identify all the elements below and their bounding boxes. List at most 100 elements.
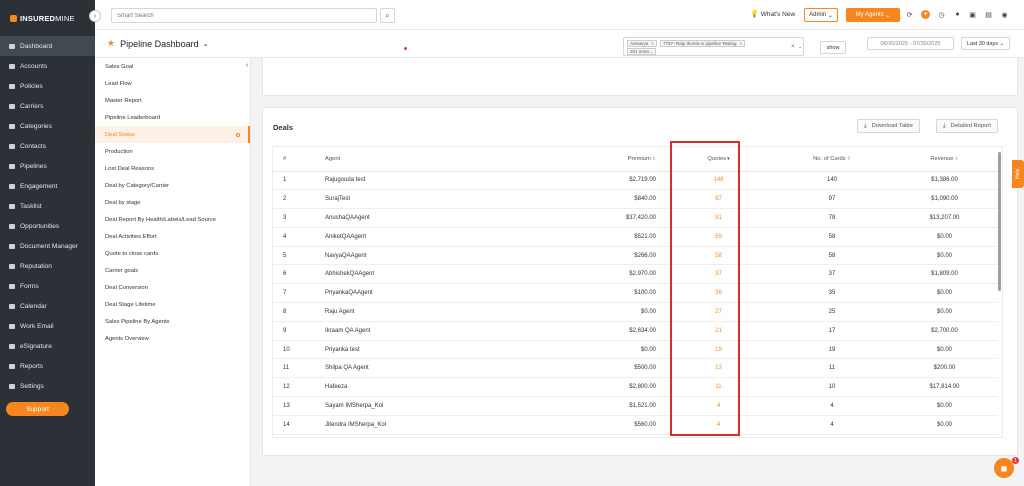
table-row[interactable]: 9 Ikraam QA Agent $2,634.00 21 17 $2,700.00 xyxy=(273,321,998,341)
clear-icon[interactable]: × xyxy=(791,44,795,50)
report-item[interactable]: Lost Deal Reasons xyxy=(95,160,250,177)
sort-icon[interactable]: ⇕ xyxy=(955,156,959,162)
report-item[interactable]: Sales Pipeline By Agents xyxy=(95,313,250,330)
chat-button[interactable]: ◼ xyxy=(994,458,1014,478)
search-button[interactable]: ⌕ xyxy=(380,8,395,23)
chevron-down-icon[interactable]: ⌄ xyxy=(798,44,802,50)
sidebar-item-contacts[interactable]: Contacts xyxy=(0,136,95,156)
col-header-quotes[interactable]: Quotes▾ xyxy=(664,147,773,172)
sidebar-item-dashboard[interactable]: Dashboard xyxy=(0,36,95,56)
whats-new-link[interactable]: 💡 What's New xyxy=(750,10,795,19)
report-item[interactable]: Carrier goals xyxy=(95,262,250,279)
sidebar-item-esignature[interactable]: eSignature xyxy=(0,336,95,356)
report-item[interactable]: Deal Stage Lifetime xyxy=(95,296,250,313)
page-header: ★ Pipeline Dashboard ⌄ Aiswarya × 7787--R… xyxy=(95,30,1024,58)
add-icon[interactable]: + xyxy=(921,10,930,19)
report-item[interactable]: Deal Status xyxy=(95,126,250,143)
date-range-picker[interactable]: 06/30/2025 - 07/30/2025 xyxy=(867,37,954,50)
report-item[interactable]: Deal by stage xyxy=(95,194,250,211)
sidebar-item-engagement[interactable]: Engagement xyxy=(0,176,95,196)
dashboard-selector[interactable]: ★ Pipeline Dashboard ⌄ xyxy=(107,38,209,49)
table-row[interactable]: 1 Rajugouda test $2,719.00 148 140 $1,386.00 xyxy=(273,171,998,191)
sidebar-item-tasklist[interactable]: Tasklist xyxy=(0,196,95,216)
close-icon[interactable]: × xyxy=(651,41,654,46)
table-row[interactable]: 2 SurajTest $840.00 97 97 $1,090.00 xyxy=(273,189,998,210)
filter-chip-more[interactable]: 201 more... xyxy=(627,48,656,55)
sidebar-collapse-button[interactable]: ‹ xyxy=(89,10,101,22)
my-agents-dropdown[interactable]: My Agents ⌄ xyxy=(846,8,900,22)
period-select[interactable]: Last 30 days ⌄ xyxy=(961,37,1010,50)
download-table-button[interactable]: ⤓ Download Table xyxy=(857,119,920,133)
sidebar-item-reports[interactable]: Reports xyxy=(0,356,95,376)
table-row[interactable]: 11 Shilpa QA Agent $500.00 13 11 $200.00 xyxy=(273,358,998,379)
support-button[interactable]: Support xyxy=(6,402,69,416)
report-item[interactable]: Deal Report By Health/Labels/Lead Source xyxy=(95,211,250,228)
help-tab[interactable]: Help xyxy=(1012,160,1024,188)
sidebar-item-carriers[interactable]: Carriers xyxy=(0,96,95,116)
detailed-report-button[interactable]: ⤓ Detailed Report xyxy=(936,119,998,133)
sidebar-item-label: Categories xyxy=(20,122,52,130)
report-item[interactable]: Agents Overview xyxy=(95,330,250,347)
bell-icon[interactable]: ● xyxy=(953,10,962,19)
report-item[interactable]: Sales Goal xyxy=(95,58,250,75)
table-row[interactable]: 8 Raju Agent $0.00 27 25 $0.00 xyxy=(273,302,998,322)
agent-filter-select[interactable]: Aiswarya × 7787--Raju thomls iv pipeline … xyxy=(623,37,804,56)
table-row[interactable]: 10 Priyanka test $0.00 19 19 $0.00 xyxy=(273,340,998,360)
table-row[interactable]: 14 Jitendra IMSherpa_Kol $560.00 4 4 $0.00 xyxy=(273,415,998,435)
report-item[interactable]: Deal by Category/Carrier xyxy=(95,177,250,194)
table-row[interactable]: 4 AniketQAAgent $521.00 59 58 $0.00 xyxy=(273,227,998,247)
sidebar-item-calendar[interactable]: Calendar xyxy=(0,296,95,316)
sidebar-item-reputation[interactable]: Reputation xyxy=(0,256,95,276)
table-row[interactable]: 3 AnushaQAAgent $37,420.00 91 78 $13,207.00 xyxy=(273,208,998,228)
table-row[interactable]: 6 AbhishekQAAgent $2,970.00 37 37 $1,809.00 xyxy=(273,264,998,285)
sidebar-item-label: Accounts xyxy=(20,62,48,70)
chevron-down-icon: ⌄ xyxy=(827,12,833,19)
search-input[interactable] xyxy=(112,9,362,22)
sidebar-item-opportunities[interactable]: Opportunities xyxy=(0,216,95,236)
sort-icon[interactable]: ⇕ xyxy=(652,156,656,162)
admin-dropdown[interactable]: Admin ⌄ xyxy=(804,8,838,22)
close-icon[interactable]: × xyxy=(739,41,742,46)
clipboard-icon[interactable]: ▤ xyxy=(984,10,993,19)
sidebar-item-accounts[interactable]: Accounts xyxy=(0,56,95,76)
report-item[interactable]: Deal Activities Effort xyxy=(95,228,250,245)
sidebar-item-policies[interactable]: Policies xyxy=(0,76,95,96)
report-item[interactable]: Master Report xyxy=(95,92,250,109)
deals-table-body: 1 Rajugouda test $2,719.00 148 140 $1,386.00 2… xyxy=(273,171,998,435)
cell-num: 3 xyxy=(273,208,319,228)
col-header-cards[interactable]: No. of Cards⇕ xyxy=(773,147,891,172)
sort-icon[interactable]: ⇕ xyxy=(847,156,851,162)
sidebar-item-categories[interactable]: Categories xyxy=(0,116,95,136)
sidebar-item-work-email[interactable]: Work Email xyxy=(0,316,95,336)
avatar[interactable]: ◉ xyxy=(1000,10,1009,19)
report-item[interactable]: Pipeline Leaderboard xyxy=(95,109,250,126)
sidebar-item-forms[interactable]: Forms xyxy=(0,276,95,296)
sidebar-item-settings[interactable]: Settings xyxy=(0,376,95,396)
sidebar-item-pipelines[interactable]: Pipelines xyxy=(0,156,95,176)
report-item[interactable]: Deal Conversion xyxy=(95,279,250,296)
col-header-revenue[interactable]: Revenue⇕ xyxy=(891,147,998,172)
table-row[interactable]: 5 NavyaQAAgent $266.00 58 58 $0.00 xyxy=(273,246,998,266)
clock-icon[interactable]: ◷ xyxy=(937,10,946,19)
logo[interactable]: INSURED MINE xyxy=(0,0,95,36)
cell-cards: 25 xyxy=(773,302,891,322)
show-button[interactable]: show xyxy=(820,41,846,54)
period-label: Last 30 days xyxy=(966,40,999,47)
col-header-agent[interactable]: Agent xyxy=(319,147,524,172)
star-icon[interactable]: ★ xyxy=(107,38,115,49)
refresh-icon[interactable]: ⟳ xyxy=(905,10,914,19)
report-item[interactable]: Quote to close cards xyxy=(95,245,250,262)
table-row[interactable]: 13 Sayam IMSherpa_Kol $1,521.00 4 4 $0.00 xyxy=(273,396,998,416)
col-header-premium[interactable]: Premium⇕ xyxy=(524,147,664,172)
filter-chip[interactable]: 7787--Raju thomls iv pipeline Testing × xyxy=(660,40,746,47)
report-item[interactable]: Lead Flow xyxy=(95,75,250,92)
table-row[interactable]: 7 PriyankaQAAgent $100.00 36 35 $0.00 xyxy=(273,283,998,304)
table-scrollbar[interactable] xyxy=(998,152,1001,291)
sidebar-item-document-manager[interactable]: Document Manager xyxy=(0,236,95,256)
table-row[interactable]: 12 Hafeeza $2,800.00 11 10 $17,814.00 xyxy=(273,377,998,398)
report-item[interactable]: Production xyxy=(95,143,250,160)
filter-chip[interactable]: Aiswarya × xyxy=(627,40,657,47)
cell-num: 2 xyxy=(273,189,319,210)
chip-icon[interactable]: ▣ xyxy=(968,10,977,19)
sort-desc-icon[interactable]: ▾ xyxy=(727,156,730,162)
